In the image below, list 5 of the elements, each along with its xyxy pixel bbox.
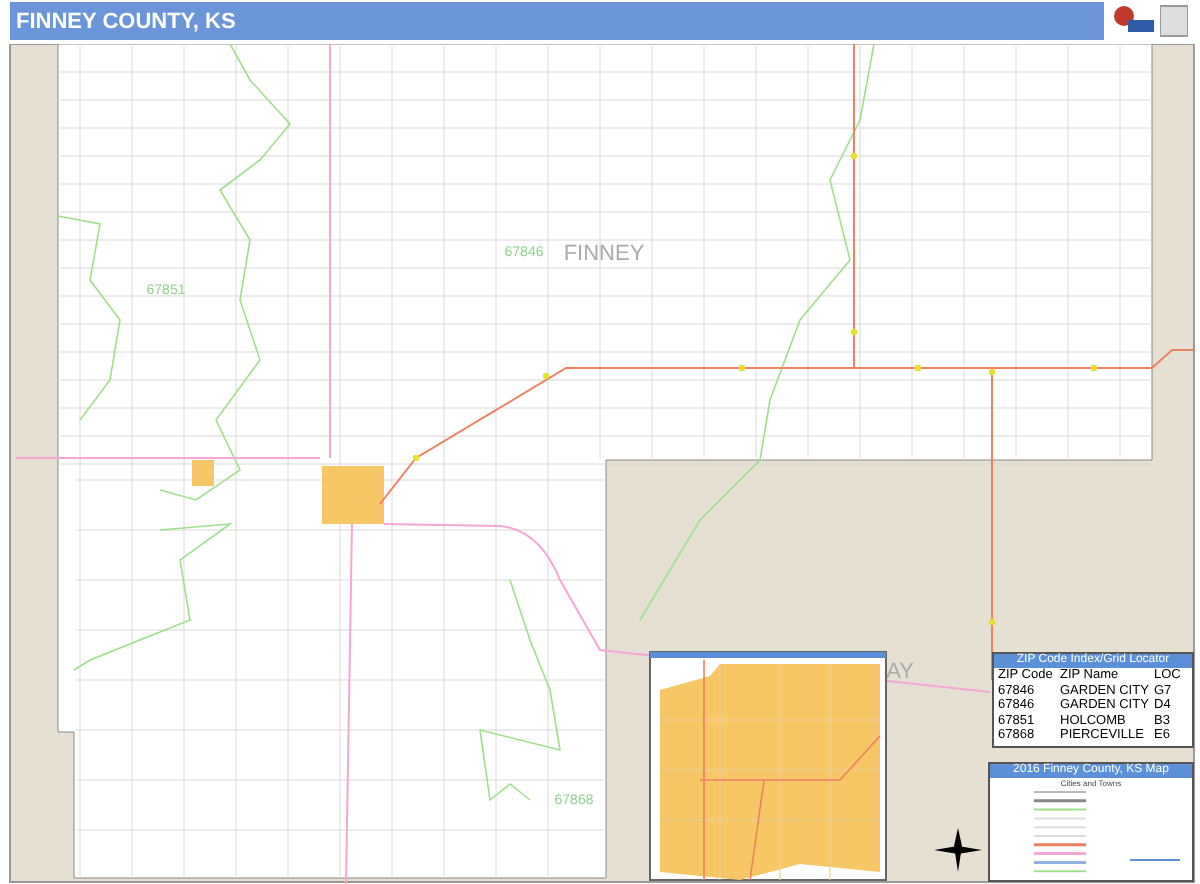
map-title: FINNEY COUNTY, KS [16,9,236,33]
county-label: AY [886,660,914,684]
publisher-logo [1112,2,1192,40]
compass-rose-icon [934,828,982,872]
county-label: FINNEY [563,242,645,266]
